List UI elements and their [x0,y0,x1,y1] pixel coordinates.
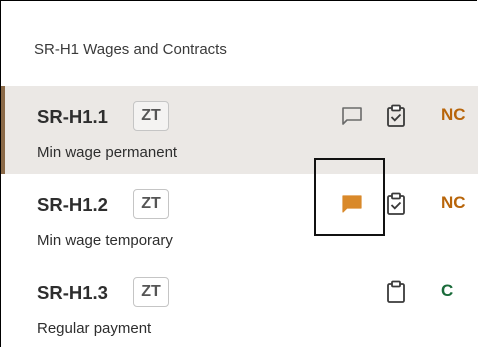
comment-outline-icon[interactable] [339,103,365,129]
requirements-panel: SR-H1 Wages and Contracts SR-H1.1 ZT Min… [0,0,478,350]
requirement-row[interactable]: SR-H1.3 ZT Regular payment C [1,262,478,350]
requirement-description: Min wage permanent [37,144,178,161]
requirement-row[interactable]: SR-H1.2 ZT Min wage temporary NC [1,174,478,262]
status-nc: NC [441,105,466,124]
requirement-description: Regular payment [37,320,152,337]
clipboard-check-icon[interactable] [383,103,409,129]
zt-badge: ZT [133,101,169,131]
comment-filled-icon[interactable] [339,191,365,217]
requirement-code: SR-H1.2 [37,194,108,215]
requirement-code: SR-H1.1 [37,106,108,127]
zt-badge: ZT [133,277,169,307]
requirement-row[interactable]: SR-H1.1 ZT Min wage permanent NC [1,86,478,174]
zt-badge: ZT [133,189,169,219]
clipboard-icon[interactable] [383,279,409,305]
status-nc: NC [441,193,466,212]
requirement-description: Min wage temporary [37,232,173,249]
status-c: C [441,281,454,300]
clipboard-check-icon[interactable] [383,191,409,217]
requirement-code: SR-H1.3 [37,282,108,303]
section-header: SR-H1 Wages and Contracts [34,41,227,58]
